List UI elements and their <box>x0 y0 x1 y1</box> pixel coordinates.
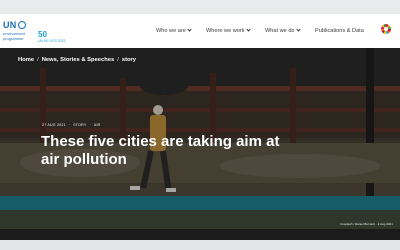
title-line-2: air pollution <box>41 151 127 168</box>
sdg-color-wheel-icon[interactable] <box>381 24 391 34</box>
bottom-frame <box>0 240 400 250</box>
hero-image: Home / News, Stories & Speeches / story 27 A… <box>0 48 400 229</box>
content-strip <box>0 229 400 240</box>
unep-logo[interactable]: UN environment programme 50 UN 50 1972 2… <box>3 20 65 44</box>
top-frame <box>0 0 400 14</box>
logo-un-text: UN <box>3 20 17 30</box>
page: UN environment programme 50 UN 50 1972 2… <box>0 0 400 250</box>
article-title: These five cities are taking aim at air … <box>41 133 331 169</box>
nav-label: Publications & Data <box>315 28 364 34</box>
breadcrumb-home-link[interactable]: Home <box>18 57 34 63</box>
chevron-down-icon <box>245 27 251 32</box>
nav-label: Who we are <box>156 28 186 34</box>
nav-label: What we do <box>265 28 295 34</box>
nav-publications-data[interactable]: Publications & Data <box>315 28 364 34</box>
article-topic[interactable]: AIR <box>94 123 101 127</box>
article-type: STORY <box>73 123 87 127</box>
article-date: 27 AUG 2021 <box>42 123 66 127</box>
chevron-down-icon <box>295 27 301 32</box>
nav-label: Where we work <box>206 28 245 34</box>
breadcrumb-current: story <box>121 57 137 63</box>
breadcrumb-separator: / <box>117 57 119 63</box>
article-meta: 27 AUG 2021 · STORY · AIR <box>42 123 101 127</box>
title-line-1: These five cities are taking aim at <box>41 133 280 150</box>
site-header: UN environment programme 50 UN 50 1972 2… <box>0 14 400 48</box>
anniversary-sub: UN 50 1972 2022 <box>38 39 66 43</box>
nav-what-we-do[interactable]: What we do <box>265 27 301 34</box>
chevron-down-icon <box>187 27 192 32</box>
breadcrumb-news-link[interactable]: News, Stories & Speeches <box>42 57 115 63</box>
nav-where-we-work[interactable]: Where we work <box>206 27 251 34</box>
anniversary-logo: 50 <box>38 30 47 39</box>
logo-line2: programme <box>3 36 24 41</box>
photo-credit: Unsplash / Daniel Bernard · 2 Aug 2021 <box>340 222 393 226</box>
nav-who-we-are[interactable]: Who we are <box>156 27 192 34</box>
breadcrumb: Home / News, Stories & Speeches / story <box>18 57 136 63</box>
breadcrumb-separator: / <box>37 57 39 63</box>
un-emblem-icon <box>18 21 26 29</box>
